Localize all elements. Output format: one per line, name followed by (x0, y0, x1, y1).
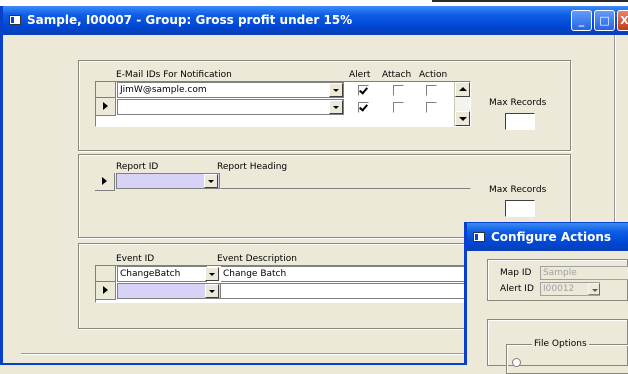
action-checkbox[interactable] (426, 85, 437, 96)
report-heading-field[interactable] (220, 173, 471, 189)
new-attach-checkbox[interactable] (393, 102, 404, 113)
window-title: Sample, I00007 - Group: Gross profit und… (27, 13, 353, 27)
dialog-title-bar[interactable]: Configure Actions (467, 223, 628, 251)
email-header: E-Mail IDs For Notification (116, 70, 232, 80)
action-header: Action (419, 70, 448, 80)
new-event-id-dropdown-button[interactable] (205, 284, 219, 298)
attach-checkbox[interactable] (393, 85, 404, 96)
event-row-selector[interactable] (96, 266, 116, 282)
scroll-down-button[interactable] (455, 111, 470, 126)
dialog-id-group: Map ID Sample Alert ID I00012 (487, 259, 628, 301)
event-grid: ChangeBatch Change Batch (95, 265, 471, 303)
minimize-button[interactable]: _ (571, 10, 592, 31)
alert-id-label: Alert ID (500, 284, 534, 294)
new-event-description-field[interactable] (221, 283, 471, 299)
event-id-dropdown-button[interactable] (205, 267, 219, 281)
form-icon (9, 14, 21, 25)
file-options-container: File Options (487, 319, 628, 374)
file-options-label: File Options (532, 339, 589, 349)
report-row-arrow-icon (102, 177, 107, 185)
alert-header: Alert (349, 70, 371, 80)
report-id-dropdown-button[interactable] (204, 174, 218, 188)
scroll-up-button[interactable] (455, 82, 470, 97)
event-description-header: Event Description (217, 254, 297, 264)
alert-id-dropdown-button[interactable] (588, 283, 600, 295)
new-alert-checkbox[interactable] (358, 102, 369, 113)
event-current-row-selector[interactable] (96, 282, 116, 300)
new-action-checkbox[interactable] (426, 102, 437, 113)
event-id-field[interactable]: ChangeBatch (117, 266, 207, 282)
report-row-selector[interactable] (95, 173, 115, 191)
email-grid: JimW@sample.com (95, 81, 471, 127)
file-option-radio[interactable] (512, 358, 521, 367)
report-max-records-input[interactable] (505, 200, 535, 217)
current-row-selector[interactable] (96, 98, 116, 116)
report-max-records-label: Max Records (489, 185, 547, 195)
map-id-field[interactable]: Sample (540, 266, 628, 280)
event-id-header: Event ID (116, 254, 155, 264)
event-description-field[interactable]: Change Batch (221, 266, 471, 282)
event-current-row-arrow-icon (103, 286, 108, 294)
dialog-form-icon (473, 231, 485, 242)
new-email-dropdown-button[interactable] (329, 100, 343, 114)
email-scrollbar[interactable] (454, 82, 470, 126)
report-heading-header: Report Heading (217, 162, 288, 172)
new-email-field[interactable] (117, 99, 344, 115)
max-records-label: Max Records (489, 98, 547, 108)
map-id-label: Map ID (500, 268, 532, 278)
email-dropdown-button[interactable] (329, 83, 343, 97)
current-row-arrow-icon (103, 102, 108, 110)
alert-checkbox[interactable] (358, 85, 369, 96)
maximize-button[interactable]: □ (594, 10, 615, 31)
max-records-input[interactable] (505, 113, 535, 130)
configure-actions-dialog: Configure Actions Map ID Sample Alert ID… (464, 222, 628, 374)
report-id-header: Report ID (116, 162, 159, 172)
close-button[interactable]: X (617, 10, 628, 31)
report-grid (95, 173, 471, 191)
attach-header: Attach (382, 70, 412, 80)
row-selector[interactable] (96, 82, 116, 98)
dialog-title: Configure Actions (491, 230, 612, 244)
email-notification-group: E-Mail IDs For Notification Alert Attach… (78, 60, 571, 151)
title-bar[interactable]: Sample, I00007 - Group: Gross profit und… (3, 6, 628, 35)
email-field[interactable]: JimW@sample.com (117, 82, 344, 98)
